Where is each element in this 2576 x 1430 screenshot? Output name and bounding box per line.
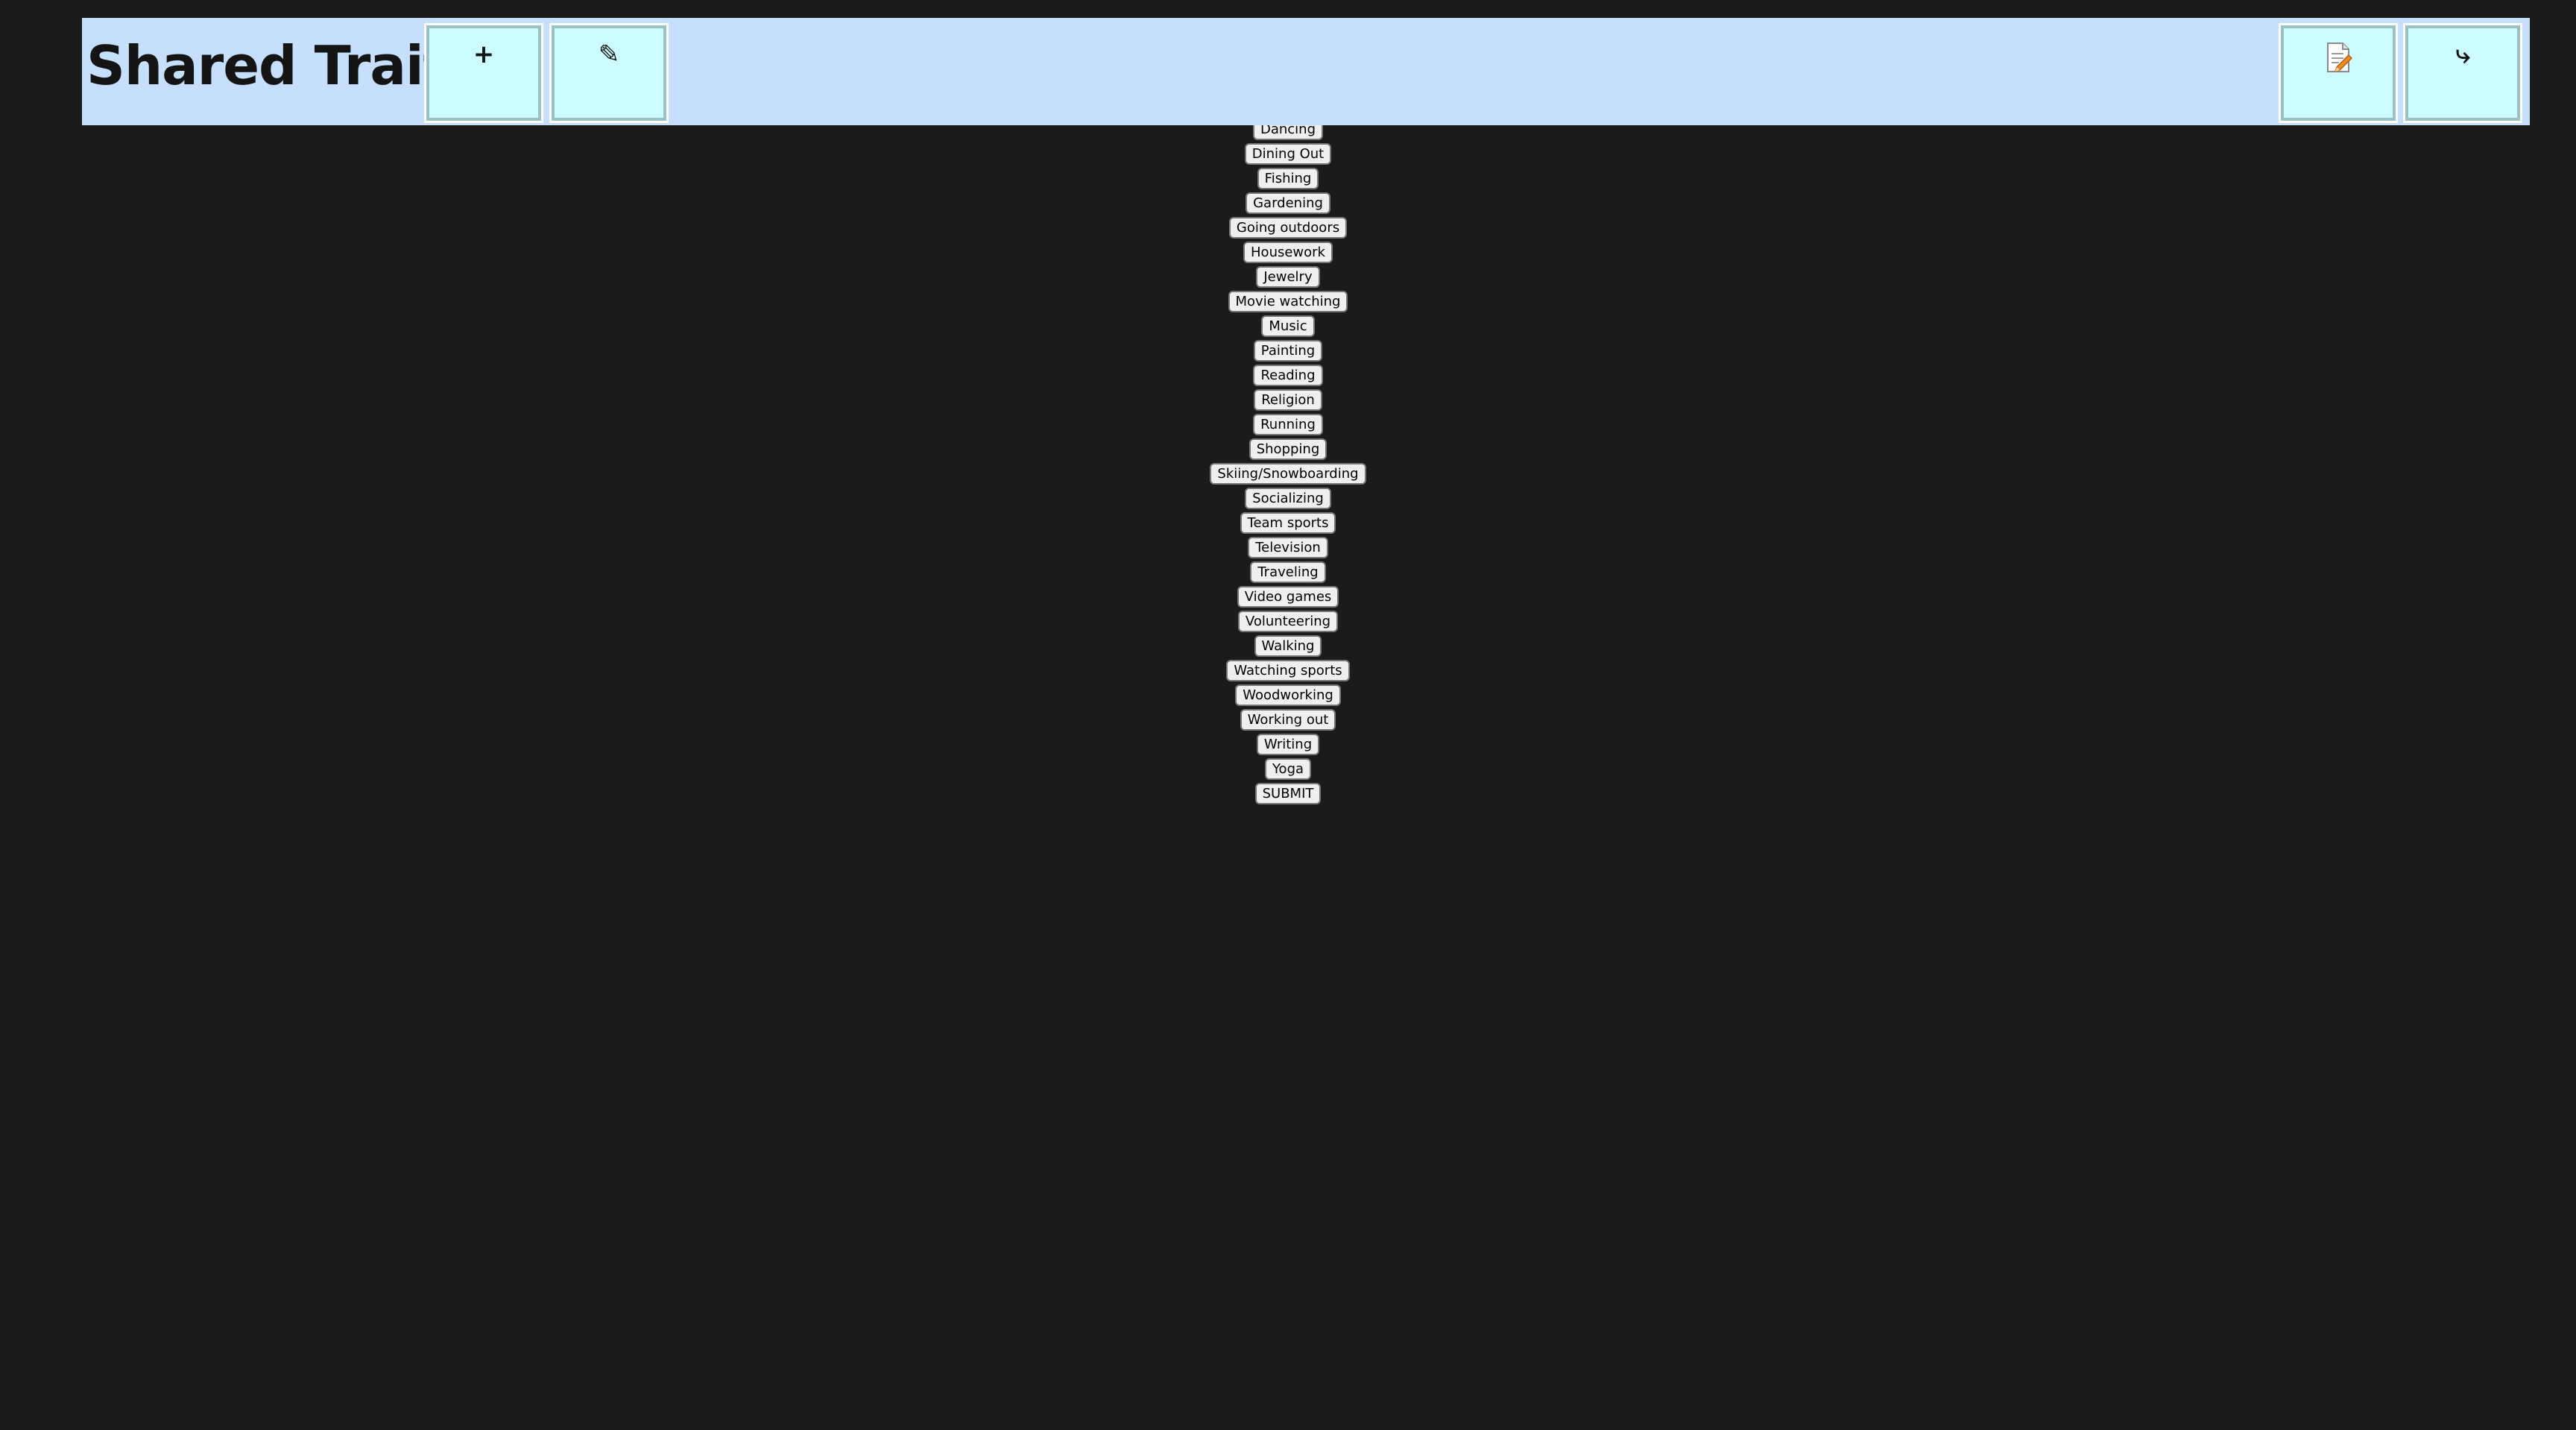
return-arrow-icon: ⤷ xyxy=(2455,40,2470,69)
trait-button-woodworking[interactable]: Woodworking xyxy=(1235,684,1341,706)
plus-icon: + xyxy=(473,40,495,69)
trait-list: Dancing Dining Out Fishing Gardening Goi… xyxy=(0,94,2576,807)
trait-button-watching-sports[interactable]: Watching sports xyxy=(1226,660,1350,681)
trait-button-religion[interactable]: Religion xyxy=(1254,389,1322,411)
trait-button-housework[interactable]: Housework xyxy=(1243,242,1333,263)
trait-button-painting[interactable]: Painting xyxy=(1253,340,1323,362)
trait-button-yoga[interactable]: Yoga xyxy=(1264,758,1312,780)
edit-button[interactable]: ✎ xyxy=(549,23,669,123)
submit-button[interactable]: SUBMIT xyxy=(1254,783,1322,804)
trait-button-working-out[interactable]: Working out xyxy=(1240,709,1336,731)
trait-button-socializing[interactable]: Socializing xyxy=(1245,488,1331,509)
trait-button-going-outdoors[interactable]: Going outdoors xyxy=(1228,217,1348,239)
return-button[interactable]: ⤷ xyxy=(2403,23,2522,123)
trait-button-running[interactable]: Running xyxy=(1253,414,1323,435)
trait-button-walking[interactable]: Walking xyxy=(1254,635,1322,657)
trait-button-team-sports[interactable]: Team sports xyxy=(1240,512,1336,534)
trait-button-jewelry[interactable]: Jewelry xyxy=(1256,266,1320,288)
add-button[interactable]: + xyxy=(424,23,543,123)
trait-button-movie-watching[interactable]: Movie watching xyxy=(1228,291,1348,312)
trait-button-gardening[interactable]: Gardening xyxy=(1246,192,1330,214)
memo-icon xyxy=(2327,42,2353,73)
trait-button-television[interactable]: Television xyxy=(1248,537,1328,558)
page-title: Shared Traits xyxy=(86,34,480,97)
trait-button-traveling[interactable]: Traveling xyxy=(1250,561,1326,583)
notes-button[interactable] xyxy=(2279,23,2398,123)
trait-button-skiing-snowboarding[interactable]: Skiing/Snowboarding xyxy=(1210,463,1366,485)
trait-button-dining-out[interactable]: Dining Out xyxy=(1244,143,1332,165)
trait-button-reading[interactable]: Reading xyxy=(1253,365,1323,386)
trait-button-writing[interactable]: Writing xyxy=(1256,734,1320,755)
trait-button-shopping[interactable]: Shopping xyxy=(1248,438,1328,460)
trait-button-fishing[interactable]: Fishing xyxy=(1257,168,1319,189)
app-header: Shared Traits + ✎ ⤷ xyxy=(82,18,2530,125)
trait-button-video-games[interactable]: Video games xyxy=(1237,586,1339,608)
trait-button-music[interactable]: Music xyxy=(1261,315,1315,337)
pencil-icon: ✎ xyxy=(598,40,620,69)
trait-button-volunteering[interactable]: Volunteering xyxy=(1237,611,1339,632)
